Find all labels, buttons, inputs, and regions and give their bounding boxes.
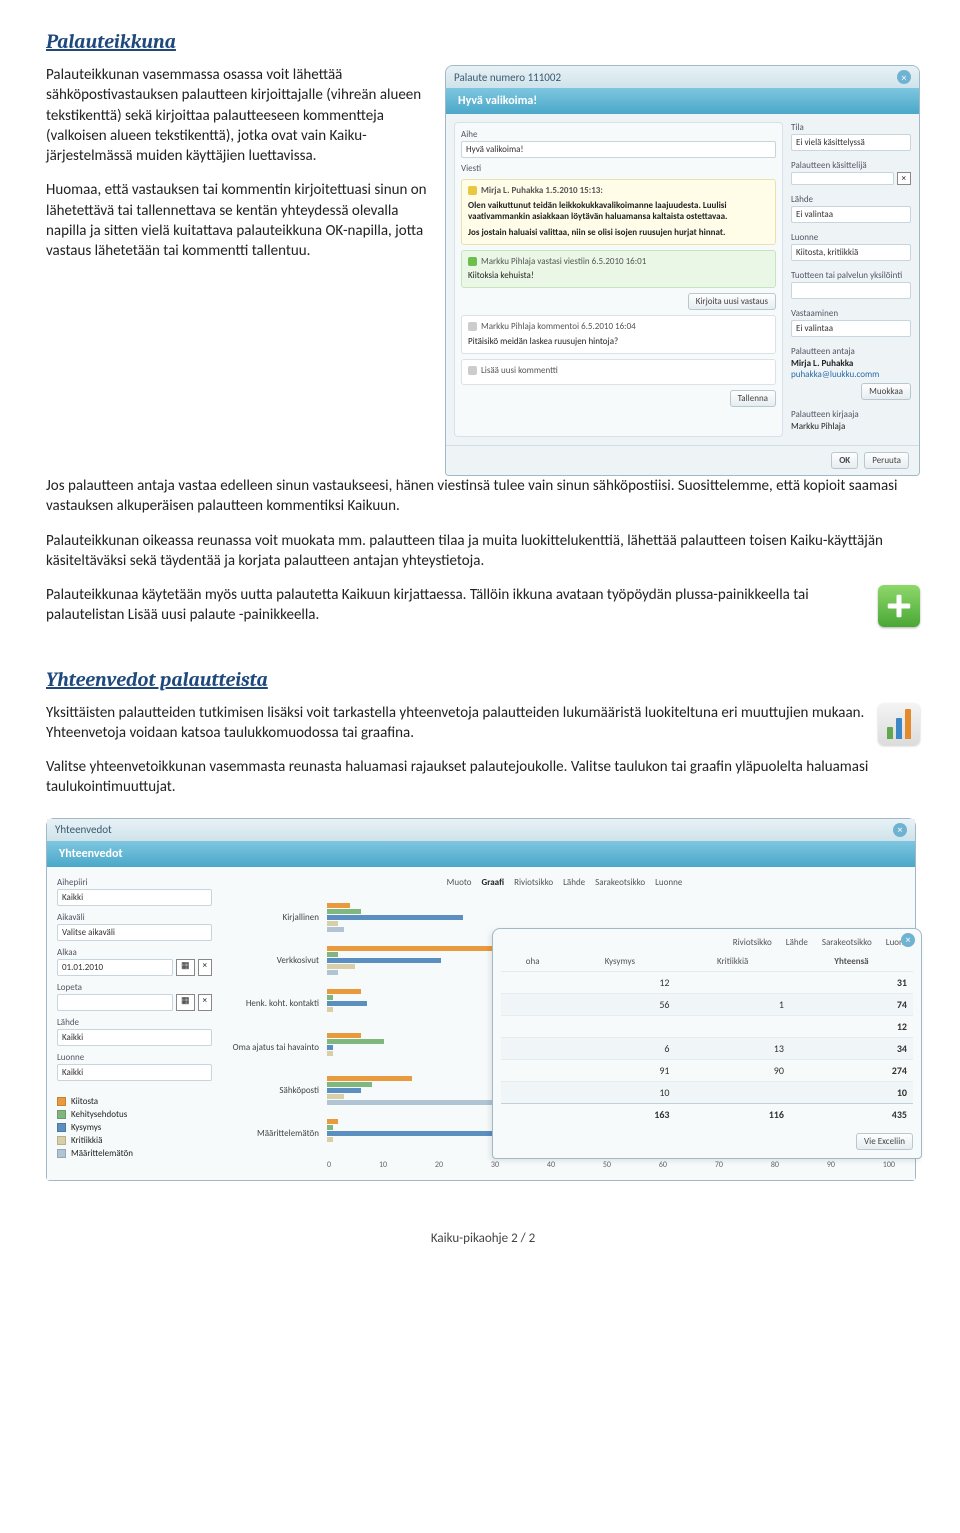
heading-yhteenvedot: Yhteenvedot palautteista bbox=[46, 668, 920, 691]
luonne-label: Luonne bbox=[791, 232, 911, 243]
message-icon bbox=[468, 186, 477, 195]
lopeta-label: Lopeta bbox=[57, 982, 212, 993]
kirjaaja-label: Palautteen kirjaaja bbox=[791, 409, 911, 420]
x-axis: 0102030405060708090100 bbox=[327, 1160, 905, 1170]
lahde-select[interactable]: Kaikki bbox=[57, 1029, 212, 1046]
comment-icon bbox=[468, 322, 477, 331]
kirjaaja-value: Markku Pihlaja bbox=[791, 421, 911, 432]
alkaa-date[interactable]: 01.01.2010 bbox=[57, 959, 173, 976]
alkaa-label: Alkaa bbox=[57, 947, 212, 958]
new-comment-label[interactable]: Lisää uusi kommentti bbox=[481, 365, 558, 377]
ok-button[interactable]: OK bbox=[831, 452, 858, 469]
export-excel-button[interactable]: Vie Exceliin bbox=[856, 1133, 913, 1150]
tila-label: Tila bbox=[791, 122, 911, 133]
message-author: Markku Pihlaja kommentoi 6.5.2010 16:04 bbox=[481, 321, 636, 333]
new-reply-button[interactable]: Kirjoita uusi vastaus bbox=[688, 293, 776, 310]
paragraph: Palauteikkunaa käytetään myös uutta pala… bbox=[46, 585, 868, 626]
reply-icon bbox=[468, 257, 477, 266]
muokkaa-button[interactable]: Muokkaa bbox=[861, 383, 911, 400]
comment-icon bbox=[468, 366, 477, 375]
close-icon[interactable]: × bbox=[901, 933, 915, 947]
tila-select[interactable]: Ei vielä käsittelyssä bbox=[791, 134, 911, 151]
antaja-email-link[interactable]: puhakka@luukku.comm bbox=[791, 369, 911, 380]
calendar-icon[interactable]: ▦ bbox=[176, 994, 195, 1011]
calendar-icon[interactable]: ▦ bbox=[176, 959, 195, 976]
viesti-label: Viesti bbox=[461, 163, 776, 174]
vastaaminen-label: Vastaaminen bbox=[791, 308, 911, 319]
vastaaminen-select[interactable]: Ei valintaa bbox=[791, 320, 911, 337]
plus-icon[interactable] bbox=[878, 585, 920, 627]
lahde-label: Lähde bbox=[57, 1017, 212, 1028]
aihepiiri-label: Aihepiiri bbox=[57, 877, 212, 888]
message-author: Mirja L. Puhakka 1.5.2010 15:13: bbox=[481, 185, 603, 197]
message-body: Jos jostain haluaisi valittaa, niin se o… bbox=[468, 227, 769, 239]
paragraph: Jos palautteen antaja vastaa edelleen si… bbox=[46, 476, 920, 517]
paragraph: Palauteikkunan vasemmassa osassa voit lä… bbox=[46, 65, 427, 166]
luonne-select[interactable]: Kaikki bbox=[57, 1064, 212, 1081]
aikavali-select[interactable]: Valitse aikaväli bbox=[57, 924, 212, 941]
paragraph: Yksittäisten palautteiden tutkimisen lis… bbox=[46, 703, 868, 744]
dialog-title: Palaute numero 111002 bbox=[454, 71, 561, 84]
page-footer: Kaiku-pikaohje 2 / 2 bbox=[46, 1231, 920, 1246]
chart-legend: KiitostaKehitysehdotusKysymysKritiikkiäM… bbox=[57, 1095, 212, 1160]
tallenna-button[interactable]: Tallenna bbox=[730, 390, 776, 407]
summary-table-overlay: × RiviotsikkoLähdeSarakeotsikkoLuonne oh… bbox=[492, 928, 922, 1159]
lopeta-date[interactable] bbox=[57, 994, 173, 1011]
feedback-dialog-screenshot: Palaute numero 111002 × Hyvä valikoima! … bbox=[445, 65, 920, 476]
paragraph: Huomaa, että vastauksen tai kommentin ki… bbox=[46, 180, 427, 261]
dialog-title: Yhteenvedot bbox=[55, 823, 112, 836]
aihepiiri-select[interactable]: Kaikki bbox=[57, 889, 212, 906]
aikavali-label: Aikaväli bbox=[57, 912, 212, 923]
summary-dialog-screenshot: Yhteenvedot × Yhteenvedot AihepiiriKaikk… bbox=[46, 818, 920, 1181]
aihe-label: Aihe bbox=[461, 129, 776, 140]
lahde-select[interactable]: Ei valintaa bbox=[791, 206, 911, 223]
luonne-label: Luonne bbox=[57, 1052, 212, 1063]
clear-icon[interactable]: × bbox=[897, 172, 911, 185]
antaja-name: Mirja L. Puhakka bbox=[791, 358, 911, 369]
clear-icon[interactable]: × bbox=[198, 994, 212, 1011]
luonne-select[interactable]: Kiitosta, kritiikkiä bbox=[791, 244, 911, 261]
peruuta-button[interactable]: Peruuta bbox=[864, 452, 909, 469]
chart-icon[interactable] bbox=[878, 703, 920, 745]
tuotteen-label: Tuotteen tai palvelun yksilöinti bbox=[791, 270, 911, 281]
kasittelija-label: Palautteen käsittelijä bbox=[791, 160, 911, 171]
paragraph: Palauteikkunan oikeassa reunassa voit mu… bbox=[46, 531, 920, 572]
dialog-tab: Hyvä valikoima! bbox=[446, 88, 919, 114]
aihe-input[interactable]: Hyvä valikoima! bbox=[461, 141, 776, 158]
chart-tabs[interactable]: MuotoGraafiRiviotsikkoLähdeSarakeotsikko… bbox=[224, 877, 905, 888]
paragraph: Valitse yhteenvetoikkunan vasemmasta reu… bbox=[46, 757, 920, 798]
dialog-tab: Yhteenvedot bbox=[47, 841, 915, 867]
message-body: Pitäisikö meidän laskea ruusujen hintoja… bbox=[468, 336, 769, 348]
kasittelija-input[interactable] bbox=[791, 172, 894, 185]
summary-table: ohaKysymysKritiikkiäYhteensä 12315617412… bbox=[501, 952, 913, 1125]
close-icon[interactable]: × bbox=[897, 70, 911, 84]
tuotteen-input[interactable] bbox=[791, 282, 911, 299]
message-author: Markku Pihlaja vastasi viestiin 6.5.2010… bbox=[481, 256, 646, 268]
message-body: Kiitoksia kehuista! bbox=[468, 270, 769, 282]
message-body: Olen vaikuttunut teidän leikkokukkavalik… bbox=[468, 200, 769, 223]
antaja-label: Palautteen antaja bbox=[791, 346, 911, 357]
lahde-label: Lähde bbox=[791, 194, 911, 205]
clear-icon[interactable]: × bbox=[198, 959, 212, 976]
close-icon[interactable]: × bbox=[893, 823, 907, 837]
heading-palauteikkuna: Palauteikkuna bbox=[46, 30, 920, 53]
